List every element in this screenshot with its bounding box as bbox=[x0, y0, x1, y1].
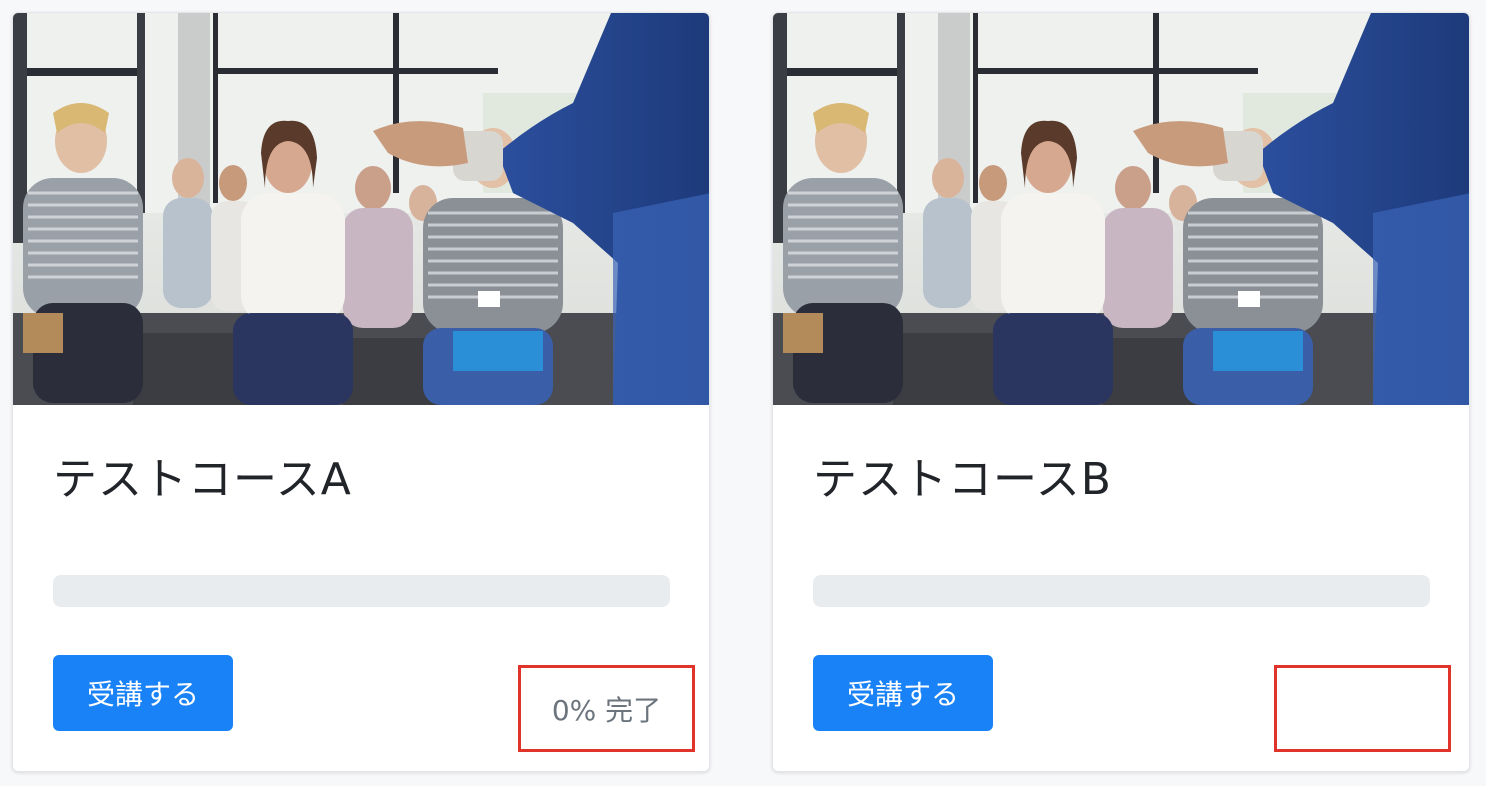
completion-status: 0% 完了 bbox=[551, 693, 662, 727]
enroll-button[interactable]: 受講する bbox=[813, 655, 993, 731]
progress-bar bbox=[813, 575, 1430, 607]
status-highlight-box bbox=[1274, 665, 1451, 752]
course-title: テストコースB bbox=[813, 454, 1112, 505]
course-image bbox=[13, 13, 709, 405]
enroll-button[interactable]: 受講する bbox=[53, 655, 233, 731]
course-card-b: テストコースB 受講する bbox=[772, 12, 1470, 772]
course-card-a: テストコースA 受講する 0% 完了 bbox=[12, 12, 710, 772]
status-highlight-box: 0% 完了 bbox=[518, 665, 695, 752]
progress-bar bbox=[53, 575, 670, 607]
course-image bbox=[773, 13, 1469, 405]
course-title: テストコースA bbox=[53, 454, 352, 505]
